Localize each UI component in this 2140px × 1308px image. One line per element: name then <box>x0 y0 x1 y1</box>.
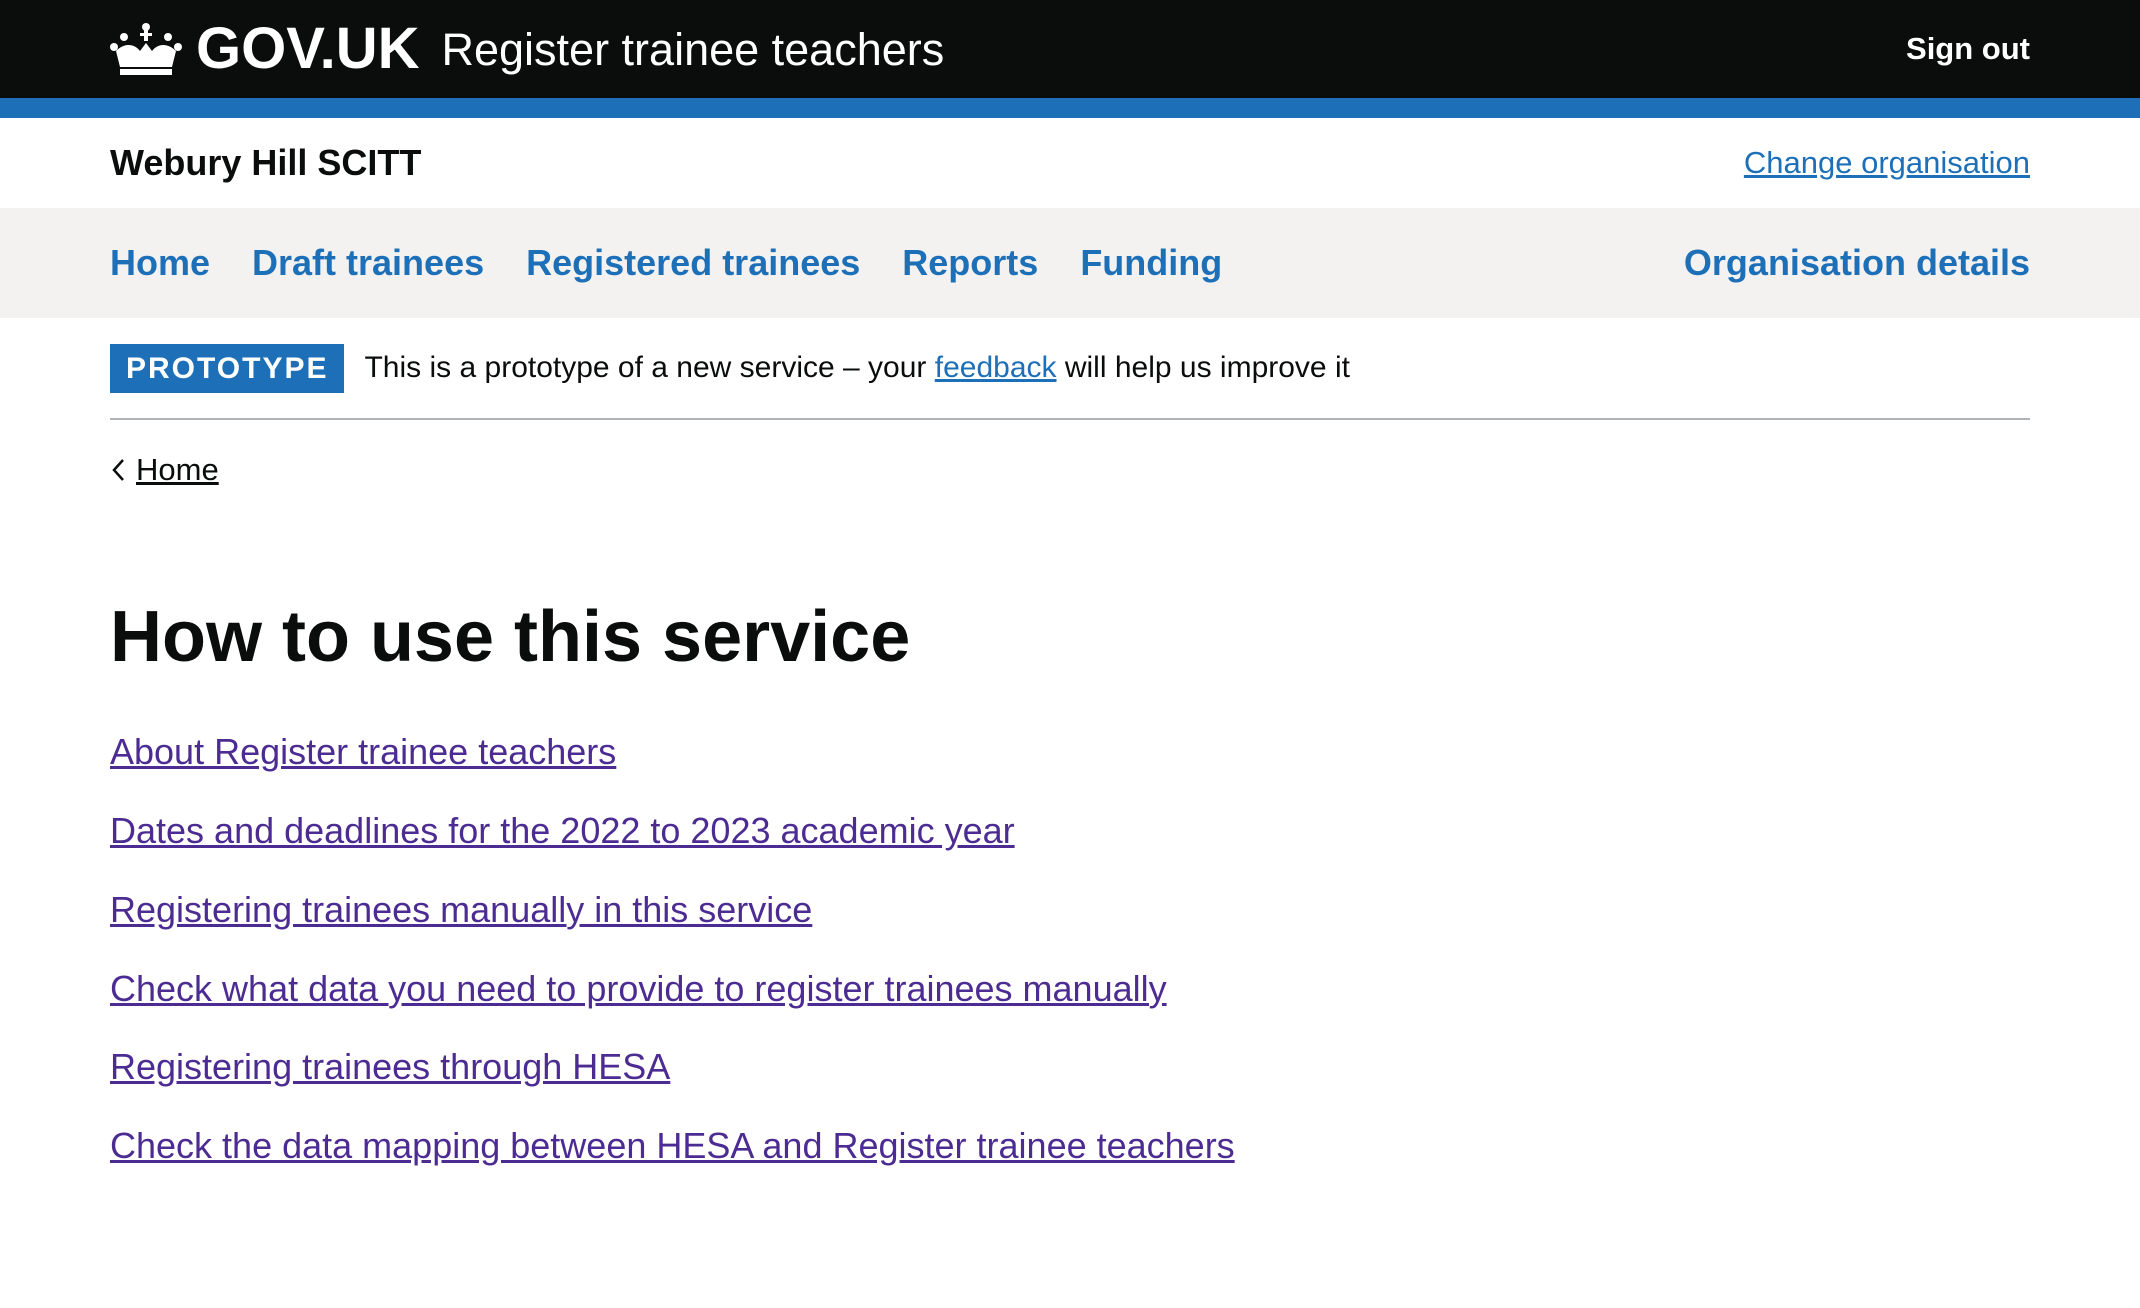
list-item: Check the data mapping between HESA and … <box>110 1123 2030 1170</box>
phase-banner-text: This is a prototype of a new service – y… <box>364 351 1349 385</box>
nav-item-draft-trainees[interactable]: Draft trainees <box>252 242 484 284</box>
hesa-registration-link[interactable]: Registering trainees through HESA <box>110 1046 670 1087</box>
sign-out-link[interactable]: Sign out <box>1906 31 2030 67</box>
primary-navigation: Home Draft trainees Registered trainees … <box>0 208 2140 318</box>
nav-item-organisation-details[interactable]: Organisation details <box>1684 242 2030 284</box>
list-item: Dates and deadlines for the 2022 to 2023… <box>110 808 2030 855</box>
list-item: About Register trainee teachers <box>110 729 2030 776</box>
feedback-link[interactable]: feedback <box>935 351 1057 384</box>
hesa-data-mapping-link[interactable]: Check the data mapping between HESA and … <box>110 1125 1235 1166</box>
manual-data-check-link[interactable]: Check what data you need to provide to r… <box>110 968 1167 1009</box>
phase-text-after: will help us improve it <box>1056 351 1350 384</box>
nav-item-registered-trainees[interactable]: Registered trainees <box>526 242 860 284</box>
organisation-bar: Webury Hill SCITT Change organisation <box>0 118 2140 208</box>
about-link[interactable]: About Register trainee teachers <box>110 731 616 772</box>
phase-text-before: This is a prototype of a new service – y… <box>364 351 935 384</box>
crown-icon <box>110 23 182 75</box>
phase-banner: PROTOTYPE This is a prototype of a new s… <box>0 318 2140 420</box>
nav-item-reports[interactable]: Reports <box>902 242 1038 284</box>
page-title: How to use this service <box>110 597 911 677</box>
back-link[interactable]: Home <box>110 452 2030 488</box>
guidance-links-list: About Register trainee teachers Dates an… <box>110 729 2030 1170</box>
site-header: GOV.UK Register trainee teachers Sign ou… <box>0 0 2140 118</box>
prototype-tag: PROTOTYPE <box>110 343 345 393</box>
list-item: Registering trainees manually in this se… <box>110 887 2030 934</box>
nav-item-funding[interactable]: Funding <box>1080 242 1222 284</box>
nav-item-home[interactable]: Home <box>110 242 210 284</box>
change-organisation-link[interactable]: Change organisation <box>1744 145 2030 181</box>
header-logo-group[interactable]: GOV.UK Register trainee teachers <box>110 20 944 78</box>
service-name[interactable]: Register trainee teachers <box>441 27 944 72</box>
list-item: Registering trainees through HESA <box>110 1044 2030 1091</box>
back-link-label[interactable]: Home <box>136 452 219 488</box>
manual-registration-link[interactable]: Registering trainees manually in this se… <box>110 889 812 930</box>
govuk-logo-text[interactable]: GOV.UK <box>196 20 419 78</box>
list-item: Check what data you need to provide to r… <box>110 966 2030 1013</box>
organisation-name: Webury Hill SCITT <box>110 142 422 183</box>
dates-deadlines-link[interactable]: Dates and deadlines for the 2022 to 2023… <box>110 810 1015 851</box>
chevron-left-icon <box>112 459 124 481</box>
